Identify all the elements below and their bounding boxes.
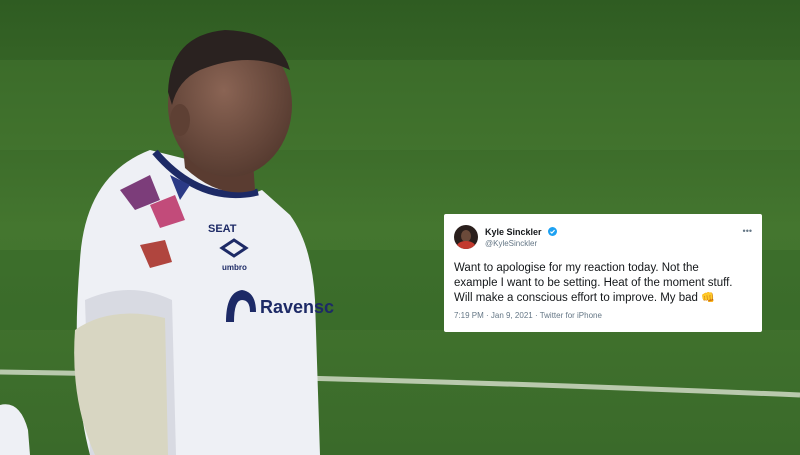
grass-stripe bbox=[0, 60, 800, 150]
tweet-source: Twitter for iPhone bbox=[539, 311, 602, 320]
tweet-author: Kyle Sinckler @KyleSinckler bbox=[485, 225, 743, 249]
tweet-text-line: Will make a conscious effort to improve.… bbox=[454, 292, 698, 304]
fist-emoji-icon: 👊 bbox=[701, 292, 715, 304]
tweet-text-line: example I want to be setting. Heat of th… bbox=[454, 277, 733, 289]
more-options-icon[interactable]: ••• bbox=[743, 226, 752, 236]
handle[interactable]: @KyleSinckler bbox=[485, 238, 743, 249]
display-name[interactable]: Kyle Sinckler bbox=[485, 227, 542, 237]
badge-text: SEAT bbox=[208, 223, 237, 235]
ear bbox=[170, 104, 190, 136]
umbro-text: umbro bbox=[222, 263, 247, 272]
tweet-date[interactable]: Jan 9, 2021 bbox=[491, 311, 533, 320]
arm-tape bbox=[74, 313, 168, 455]
sponsor-text: Ravensc bbox=[260, 297, 334, 317]
tweet-time[interactable]: 7:19 PM bbox=[454, 311, 484, 320]
tweet-text-line: Want to apologise for my reaction today.… bbox=[454, 262, 699, 274]
verified-badge-icon bbox=[547, 226, 557, 237]
tweet-meta: 7:19 PM · Jan 9, 2021 · Twitter for iPho… bbox=[454, 311, 602, 320]
avatar[interactable] bbox=[454, 225, 478, 249]
tweet-card[interactable]: Kyle Sinckler @KyleSinckler ••• Want to … bbox=[444, 214, 762, 332]
tweet-header: Kyle Sinckler @KyleSinckler ••• bbox=[454, 222, 752, 252]
tweet-text: Want to apologise for my reaction today.… bbox=[454, 261, 752, 306]
